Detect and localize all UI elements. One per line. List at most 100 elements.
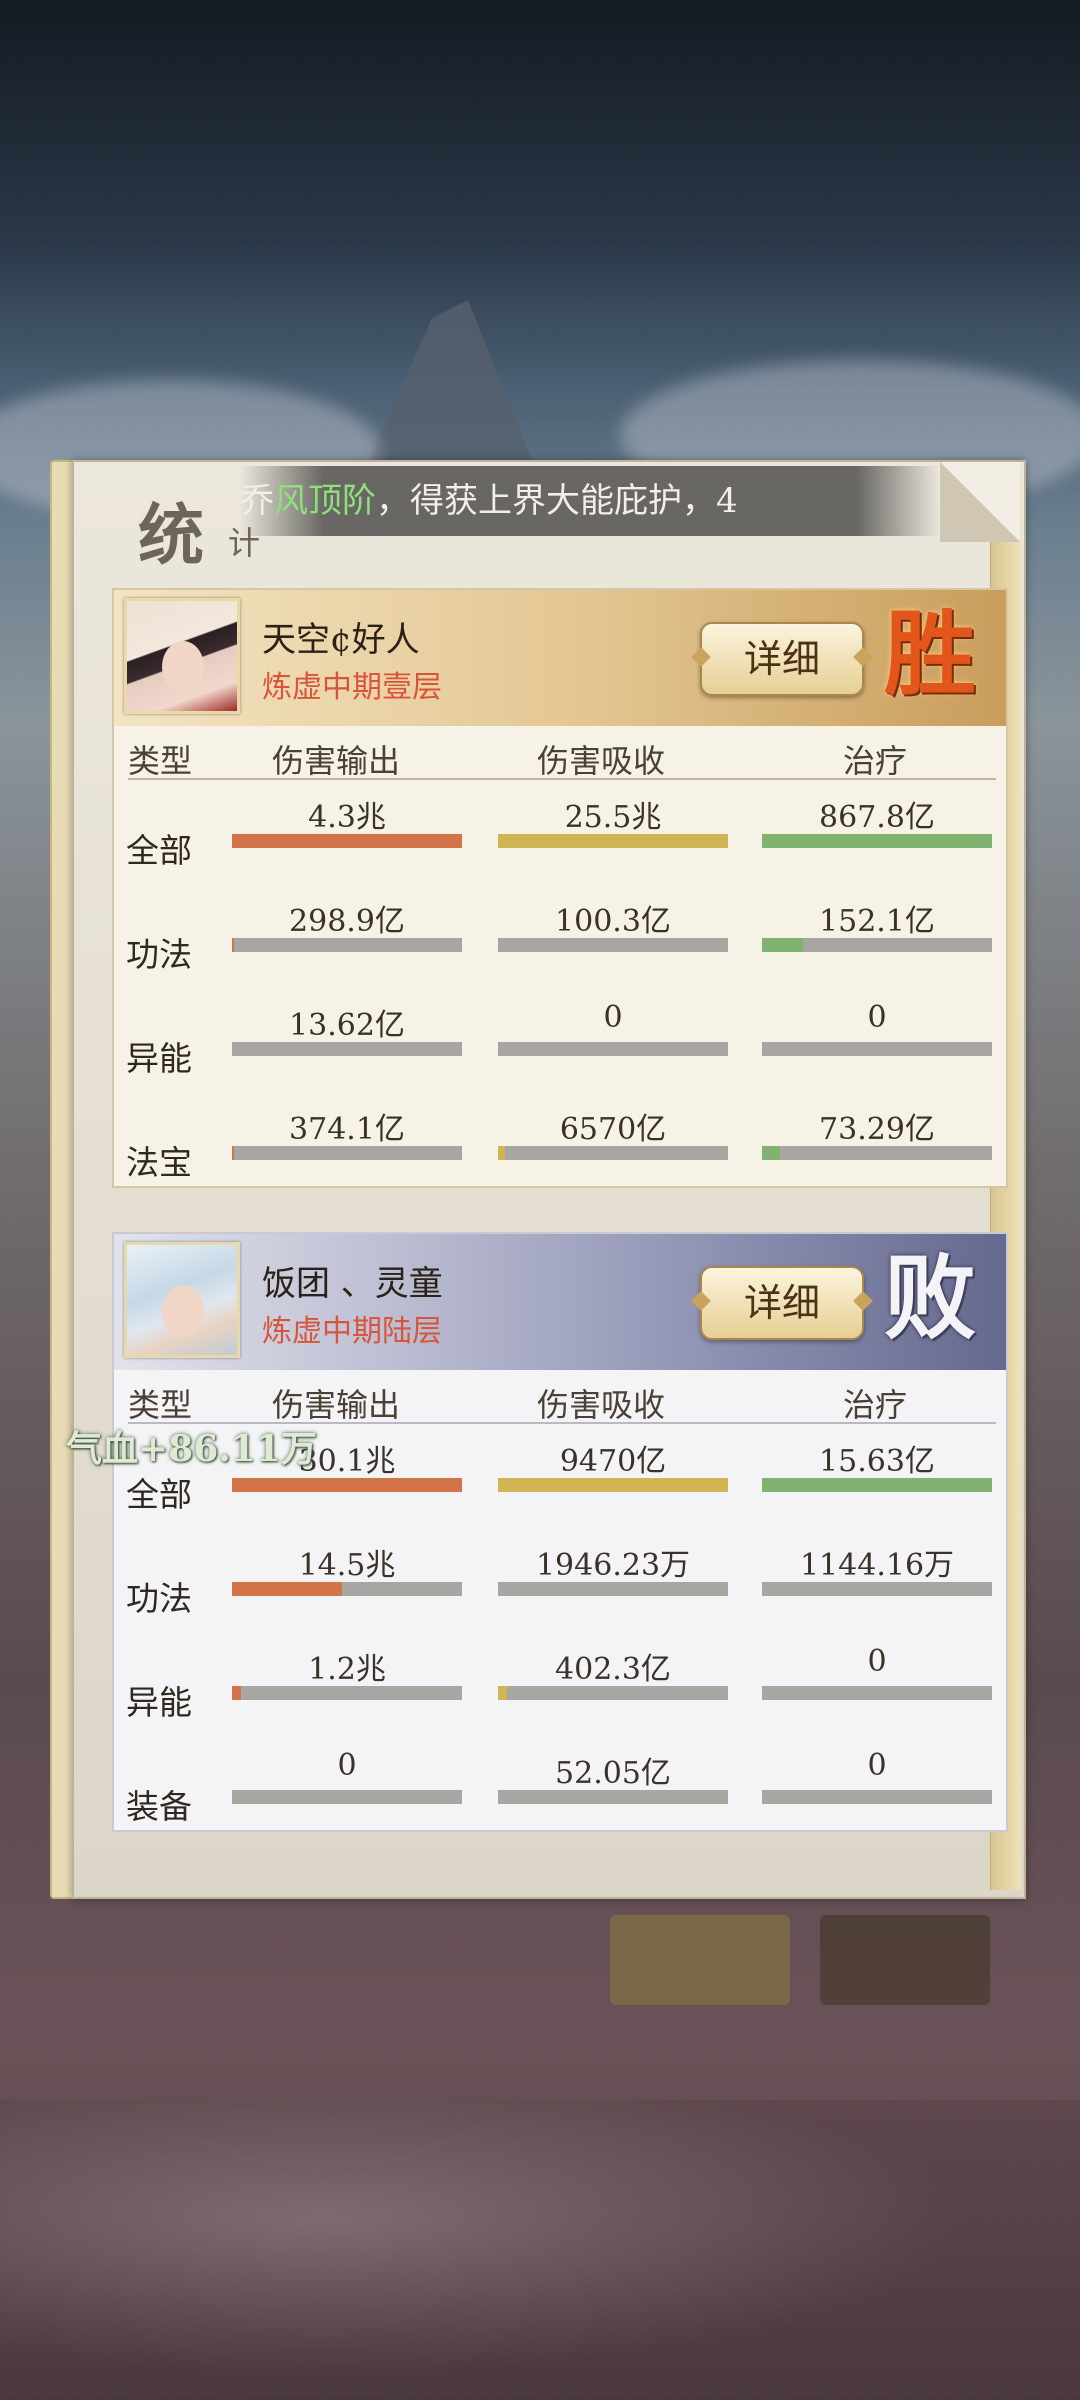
damage-value: 0 (337, 1748, 357, 1783)
row-label: 全部 (126, 831, 192, 870)
damage-bar (232, 1582, 462, 1596)
absorb-cell: 6570亿 (498, 1104, 728, 1174)
heal-cell: 1144.16万 (762, 1540, 992, 1610)
detail-button[interactable]: 详细 (700, 1266, 864, 1340)
heal-bar (762, 938, 992, 952)
player-name: 饭团 、灵童 (262, 1264, 443, 1304)
absorb-bar-fill (498, 1146, 505, 1160)
heal-value: 0 (867, 1644, 887, 1679)
damage-bar-fill (232, 1478, 462, 1492)
page-title: 统 (138, 496, 204, 574)
damage-value: 1.2兆 (308, 1652, 386, 1687)
damage-bar-fill (232, 1146, 235, 1160)
damage-bar-fill (232, 1582, 343, 1596)
heal-bar (762, 1582, 992, 1596)
absorb-value: 1946.23万 (535, 1548, 691, 1583)
damage-cell: 4.3兆 (232, 792, 462, 862)
absorb-cell: 52.05亿 (498, 1748, 728, 1818)
absorb-bar-fill (498, 834, 728, 848)
heal-cell: 15.63亿 (762, 1436, 992, 1506)
damage-bar-fill (232, 834, 462, 848)
heal-value: 0 (867, 1000, 887, 1035)
heal-bar-fill (762, 1146, 781, 1160)
avatar[interactable] (124, 1242, 240, 1358)
absorb-bar (498, 1582, 728, 1596)
header-damage: 伤害输出 (272, 742, 401, 780)
bg-path (0, 2100, 1080, 2400)
announcement-marquee: 乔风顶阶，得获上界大能庇护，4 (240, 466, 940, 536)
player-header: 饭团 、灵童 炼虚中期陆层 详细 败 (114, 1234, 1006, 1370)
page-fold (940, 462, 1020, 542)
player-header: 天空¢好人 炼虚中期壹层 详细 胜 (114, 590, 1006, 726)
absorb-bar (498, 1478, 728, 1492)
damage-cell: 14.5兆 (232, 1540, 462, 1610)
player-panel-loser: 饭团 、灵童 炼虚中期陆层 详细 败 类型 伤害输出 伤害吸收 治疗 全部 30.… (112, 1232, 1008, 1832)
absorb-bar (498, 938, 728, 952)
damage-bar (232, 1146, 462, 1160)
header-absorb: 伤害吸收 (537, 1386, 666, 1424)
absorb-cell: 0 (498, 1000, 728, 1070)
heal-value: 73.29亿 (819, 1112, 935, 1147)
damage-bar (232, 1478, 462, 1492)
heal-bar-fill (762, 834, 992, 848)
absorb-cell: 1946.23万 (498, 1540, 728, 1610)
damage-value: 298.9亿 (289, 904, 405, 939)
heal-bar (762, 834, 992, 848)
absorb-bar (498, 1042, 728, 1056)
heal-cell: 0 (762, 1644, 992, 1714)
player-name: 天空¢好人 (262, 620, 420, 660)
damage-value: 13.62亿 (289, 1008, 405, 1043)
table-header: 类型 伤害输出 伤害吸收 治疗 (114, 1370, 1006, 1424)
absorb-value: 52.05亿 (555, 1756, 671, 1791)
absorb-bar-fill (498, 1686, 508, 1700)
result-badge-lose: 败 (884, 1244, 977, 1352)
avatar-face (162, 641, 204, 693)
absorb-value: 9470亿 (559, 1444, 667, 1479)
damage-cell: 0 (232, 1748, 462, 1818)
heal-value: 152.1亿 (819, 904, 935, 939)
row-label: 异能 (126, 1683, 192, 1722)
absorb-value: 100.3亿 (555, 904, 671, 939)
heal-value: 867.8亿 (819, 800, 935, 835)
player-panel-winner: 天空¢好人 炼虚中期壹层 详细 胜 类型 伤害输出 伤害吸收 治疗 全部 4.3兆… (112, 588, 1008, 1188)
heal-bar (762, 1146, 992, 1160)
absorb-bar-fill (498, 1478, 728, 1492)
bg-button-blurred (820, 1915, 990, 2005)
table-row: 功法 298.9亿 100.3亿 152.1亿 (114, 890, 1006, 994)
table-header: 类型 伤害输出 伤害吸收 治疗 (114, 726, 1006, 780)
result-badge-win: 胜 (884, 600, 977, 708)
page-title-sub: 计 (228, 524, 261, 562)
heal-cell: 0 (762, 1748, 992, 1818)
row-label: 法宝 (126, 1143, 192, 1180)
hp-float-text: 气血+86.11万 (66, 1428, 317, 1470)
damage-value: 14.5兆 (298, 1548, 396, 1583)
row-label: 功法 (126, 935, 192, 974)
heal-value: 1144.16万 (799, 1548, 955, 1583)
heal-cell: 73.29亿 (762, 1104, 992, 1174)
damage-value: 374.1亿 (289, 1112, 405, 1147)
header-heal: 治疗 (843, 742, 908, 780)
table-row: 异能 13.62亿 0 0 (114, 994, 1006, 1098)
table-row: 全部 4.3兆 25.5兆 867.8亿 (114, 786, 1006, 890)
damage-cell: 298.9亿 (232, 896, 462, 966)
damage-bar-fill (232, 938, 235, 952)
absorb-cell: 100.3亿 (498, 896, 728, 966)
stats-rows: 全部 4.3兆 25.5兆 867.8亿 功法 298.9亿 100.3亿 152.1亿 异能 1… (114, 786, 1006, 1180)
table-row: 异能 1.2兆 402.3亿 0 (114, 1638, 1006, 1742)
absorb-bar (498, 834, 728, 848)
marquee-text: ，得获上界大能庇护，4 (376, 481, 738, 521)
heal-cell: 867.8亿 (762, 792, 992, 862)
avatar-face (162, 1285, 204, 1337)
avatar[interactable] (124, 598, 240, 714)
damage-bar-fill (232, 1686, 242, 1700)
heal-bar (762, 1686, 992, 1700)
row-label: 装备 (126, 1787, 192, 1824)
damage-bar (232, 1686, 462, 1700)
header-type: 类型 (128, 742, 193, 780)
heal-bar (762, 1042, 992, 1056)
detail-button[interactable]: 详细 (700, 622, 864, 696)
absorb-value: 0 (603, 1000, 623, 1035)
damage-value: 4.3兆 (308, 800, 386, 835)
row-label: 功法 (126, 1579, 192, 1618)
bg-button-blurred (610, 1915, 790, 2005)
